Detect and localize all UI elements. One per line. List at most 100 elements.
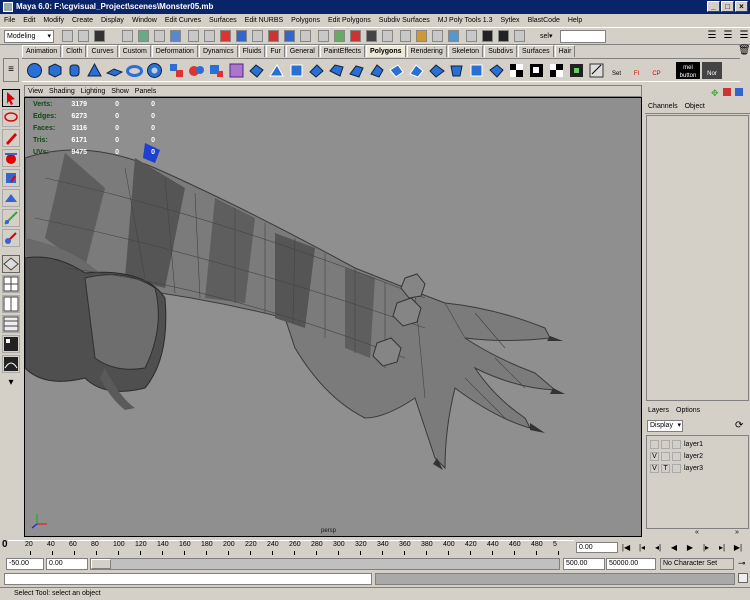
layer-menu-options[interactable]: Options	[676, 407, 700, 418]
menu-edit[interactable]: Edit	[23, 17, 35, 24]
layer-template-toggle[interactable]: T	[661, 464, 670, 473]
hypershade-layout-icon[interactable]	[2, 335, 20, 353]
range-slider-bar[interactable]	[90, 558, 560, 570]
menu-blastcode[interactable]: BlastCode	[528, 17, 560, 24]
layer-row[interactable]: layer1	[650, 439, 748, 450]
attribute-editor-toggle-icon[interactable]: ☰	[706, 30, 718, 42]
layer-visibility-toggle[interactable]: V	[650, 464, 659, 473]
time-ruler[interactable]: 0 20 40 60 80 100 120 140 160 180 200 220 240 260 280…	[2, 539, 574, 555]
soft-mod-tool-icon[interactable]	[2, 229, 20, 247]
ipr-icon[interactable]	[300, 30, 311, 42]
tool-icon-11[interactable]	[514, 30, 525, 42]
menu-file[interactable]: File	[4, 17, 15, 24]
clapboard-icon[interactable]	[482, 30, 493, 42]
scroll-left-icon[interactable]: «	[695, 529, 699, 536]
menu-help[interactable]: Help	[568, 17, 582, 24]
perspective-viewport[interactable]: Verts: 3179 0 0 Edges: 6273 0 0 Faces: 3116 0 0 T…	[24, 97, 642, 537]
layer-color-swatch[interactable]	[672, 464, 681, 473]
uv-cylindrical-icon[interactable]	[548, 62, 565, 79]
scale-tool-icon[interactable]	[2, 189, 20, 207]
maximize-button[interactable]: □	[721, 1, 734, 12]
make-live-icon[interactable]	[252, 30, 263, 42]
menu-polygons[interactable]: Polygons	[291, 17, 320, 24]
layer-color-swatch[interactable]	[672, 452, 681, 461]
shelf-tab-polygons[interactable]: Polygons	[366, 45, 406, 57]
channel-menu-object[interactable]: Object	[685, 103, 705, 113]
shelf-cp-button[interactable]: CP	[648, 62, 665, 79]
maya-app-icon[interactable]	[3, 2, 13, 12]
shelf-tab-dynamics[interactable]: Dynamics	[198, 45, 238, 57]
channel-tool-icon-3[interactable]	[735, 88, 743, 96]
shelf-tab-deformation[interactable]: Deformation	[151, 45, 198, 57]
tool-icon-9[interactable]	[448, 30, 459, 42]
menu-window[interactable]: Window	[132, 17, 157, 24]
layer-template-toggle[interactable]	[661, 452, 670, 461]
shelf-mel-button[interactable]: mel button	[676, 62, 700, 79]
step-back-frame-icon[interactable]: ◂|	[652, 542, 664, 553]
panel-menu-show[interactable]: Show	[111, 86, 129, 96]
shelf-menu-icon[interactable]: ≡	[3, 58, 19, 82]
tool-icon-3[interactable]	[350, 30, 361, 42]
animation-end-field[interactable]: 50000.00	[606, 558, 656, 570]
poly-torus-icon[interactable]	[126, 62, 143, 79]
tool-icon-10[interactable]	[466, 30, 477, 42]
snap-curve-icon[interactable]	[204, 30, 215, 42]
scroll-right-icon[interactable]: »	[735, 529, 739, 536]
uv-spherical-icon[interactable]	[568, 62, 585, 79]
tool-icon-6[interactable]	[400, 30, 411, 42]
menu-edit-nurbs[interactable]: Edit NURBS	[245, 17, 284, 24]
shelf-tab-general[interactable]: General	[285, 45, 319, 57]
auto-key-icon[interactable]: ⊸	[738, 558, 746, 569]
shelf-nor-button[interactable]: Nor	[702, 62, 722, 79]
smooth-proxy-icon[interactable]	[228, 62, 245, 79]
layer-visibility-toggle[interactable]	[650, 440, 659, 449]
shelf-tab-surfaces[interactable]: Surfaces	[517, 45, 554, 57]
tool-icon-5[interactable]	[382, 30, 393, 42]
shelf-tab-hair[interactable]: Hair	[554, 45, 576, 57]
move-tool-icon[interactable]	[2, 149, 20, 167]
close-button[interactable]: ×	[735, 1, 748, 12]
quadrangulate-icon[interactable]	[288, 62, 305, 79]
channel-menu-channels[interactable]: Channels	[648, 103, 678, 113]
channel-tool-icon-2[interactable]	[723, 88, 731, 96]
panel-menu-shading[interactable]: Shading	[49, 86, 75, 96]
save-scene-icon[interactable]	[94, 30, 105, 42]
history-icon[interactable]	[268, 30, 279, 42]
shelf-tab-subdivs[interactable]: Subdivs	[484, 45, 517, 57]
menu-edit-polygons[interactable]: Edit Polygons	[328, 17, 371, 24]
shelf-fi-button[interactable]: FI	[628, 62, 645, 79]
reduce-icon[interactable]	[308, 62, 325, 79]
snap-grid-icon[interactable]	[188, 30, 199, 42]
split-polygon-icon[interactable]	[408, 62, 425, 79]
play-forward-icon[interactable]: ▶	[684, 542, 696, 553]
quick-select-label[interactable]: sel▾	[540, 30, 552, 43]
manipulator-tool-icon[interactable]	[2, 209, 20, 227]
clapboard-icon-2[interactable]	[498, 30, 509, 42]
go-to-start-icon[interactable]: |◀	[620, 542, 632, 553]
shelf-tab-rendering[interactable]: Rendering	[406, 45, 447, 57]
panel-menu-panels[interactable]: Panels	[135, 86, 156, 96]
open-scene-icon[interactable]	[78, 30, 89, 42]
extract-icon[interactable]	[208, 62, 225, 79]
animation-start-field[interactable]: -50.00	[6, 558, 44, 570]
layer-row[interactable]: V T layer3	[650, 463, 748, 474]
character-set-dropdown[interactable]: No Character Set	[660, 558, 734, 570]
merge-edges-icon[interactable]	[488, 62, 505, 79]
poly-cone-icon[interactable]	[86, 62, 103, 79]
current-frame-field[interactable]: 0.00	[576, 542, 618, 553]
tool-settings-toggle-icon[interactable]: ☰	[722, 30, 734, 42]
shelf-set-button[interactable]: Set	[608, 62, 625, 79]
select-object-icon[interactable]	[138, 30, 149, 42]
quick-select-input[interactable]	[560, 30, 606, 43]
poly-cube-icon[interactable]	[46, 62, 63, 79]
menu-edit-curves[interactable]: Edit Curves	[165, 17, 201, 24]
extrude-face-icon[interactable]	[348, 62, 365, 79]
two-pane-layout-icon[interactable]	[2, 295, 20, 313]
select-tool-icon[interactable]	[2, 89, 20, 107]
step-forward-key-icon[interactable]: ▸|	[716, 542, 728, 553]
minimize-button[interactable]: _	[707, 1, 720, 12]
poly-plane-icon[interactable]	[106, 62, 123, 79]
checker-icon[interactable]	[508, 62, 525, 79]
triangulate-icon[interactable]	[268, 62, 285, 79]
layer-display-dropdown[interactable]: Display	[647, 420, 683, 432]
